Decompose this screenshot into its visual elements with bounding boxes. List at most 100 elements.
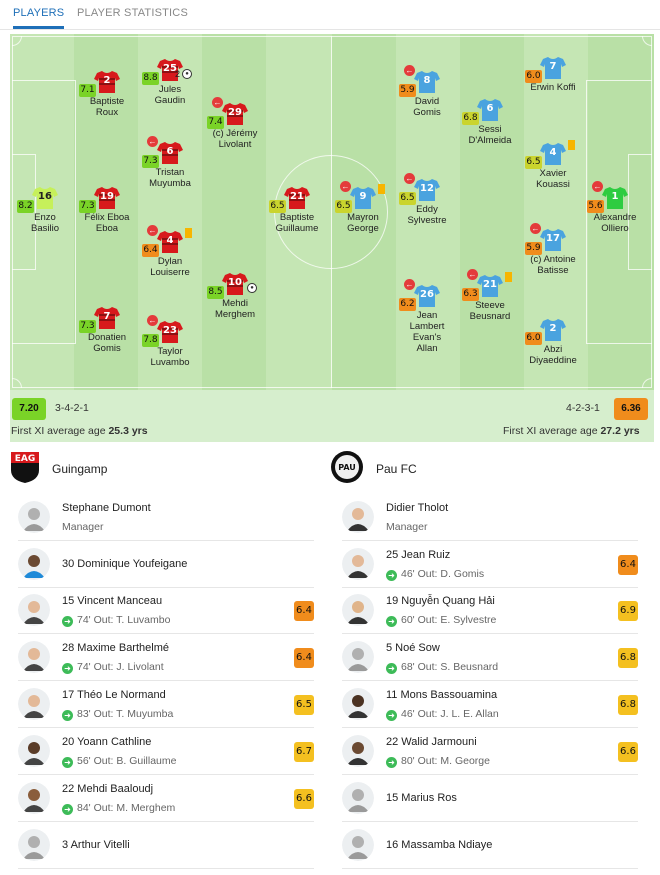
substitute-row[interactable]: 20 Yoann Cathline ➜ 56' Out: B. Guillaume 6… xyxy=(18,729,314,775)
away-team-rating: 6.36 xyxy=(614,398,648,420)
substitution-text: 56' Out: B. Guillaume xyxy=(77,755,177,767)
substitution-text: 74' Out: T. Luvambo xyxy=(77,614,171,626)
shirt-number: 8 xyxy=(423,75,431,86)
substitution-text: 46' Out: D. Gomis xyxy=(401,568,485,580)
pitch-player[interactable]: 2 7.1 Baptiste Roux xyxy=(72,70,142,118)
guingamp-logo[interactable]: EAG xyxy=(8,450,42,484)
substitute-row[interactable]: 3 Arthur Vitelli xyxy=(18,823,314,869)
pitch-player[interactable]: 6 6.8 Sessi D'Almeida xyxy=(455,98,525,146)
player-name: (c) Jérémy Livolant xyxy=(212,128,258,150)
shirt-number: 9 xyxy=(359,191,367,202)
pitch-player[interactable]: 7 6.0 Erwin Koffi xyxy=(518,56,588,93)
player-name: Eddy Sylvestre xyxy=(407,204,447,226)
substitute-row[interactable]: 5 Noé Sow ➜ 68' Out: S. Beusnard 6.8 xyxy=(342,635,638,681)
avatar xyxy=(18,501,50,533)
substitute-row[interactable]: 22 Walid Jarmouni ➜ 80' Out: M. George 6.6 xyxy=(342,729,638,775)
player-rating: 6.8 xyxy=(618,695,638,715)
substitution-text: 83' Out: T. Muyumba xyxy=(77,708,174,720)
substitute-row[interactable]: 28 Maxime Barthelmé ➜ 74' Out: J. Livolant… xyxy=(18,635,314,681)
player-name: 22 Mehdi Baaloudj xyxy=(62,783,154,795)
substitute-row[interactable]: 17 Théo Le Normand ➜ 83' Out: T. Muyumba 6.… xyxy=(18,682,314,728)
player-name: Mehdi Merghem xyxy=(214,298,256,320)
avatar xyxy=(18,829,50,861)
sub-in-arrow-icon: ➜ xyxy=(386,616,397,627)
player-name: David Gomis xyxy=(413,96,441,118)
substitute-row[interactable]: 15 Vincent Manceau ➜ 74' Out: T. Luvambo 6.… xyxy=(18,588,314,634)
sub-in-arrow-icon: ➜ xyxy=(62,710,73,721)
substitute-row[interactable]: 30 Dominique Youfeigane xyxy=(18,542,314,588)
pitch-player[interactable]: 21 6.5 Baptiste Guillaume xyxy=(262,186,332,234)
substitute-row[interactable]: 15 Marius Ros xyxy=(342,776,638,822)
player-name: 5 Noé Sow xyxy=(386,642,440,654)
pau-fc-logo[interactable]: PAU xyxy=(330,450,364,484)
substitution-icon: ← xyxy=(404,65,415,76)
pitch-player[interactable]: 2 6.0 Abzi Diyaeddine xyxy=(518,318,588,366)
substitute-row[interactable]: 11 Mons Bassouamina ➜ 46' Out: J. L. E. Al… xyxy=(342,682,638,728)
avatar xyxy=(18,594,50,626)
substitution-icon: ← xyxy=(147,225,158,236)
pitch-player[interactable]: 8 5.9 David Gomis ← xyxy=(392,65,462,118)
player-name: Didier Tholot xyxy=(386,502,449,514)
pitch-player[interactable]: 12 6.5 Eddy Sylvestre ← xyxy=(392,173,462,226)
home-team-name[interactable]: Guingamp xyxy=(52,462,107,476)
pitch-player[interactable]: 10 8.5 Mehdi Merghem ● xyxy=(200,272,270,320)
pitch-player[interactable]: 25 8.8 Jules Gaudin ● 2 xyxy=(135,58,205,106)
shirt-number: 2 xyxy=(103,75,111,86)
substitution-icon: ← xyxy=(404,279,415,290)
shirt-number: 26 xyxy=(420,289,434,300)
substitution-text: 84' Out: M. Merghem xyxy=(77,802,176,814)
shirt-number: 19 xyxy=(100,191,114,202)
substitute-row[interactable]: 16 Massamba Ndiaye xyxy=(342,823,638,869)
substitution-icon: ← xyxy=(592,181,603,192)
substitute-row[interactable]: 19 Nguyễn Quang Hải ➜ 60' Out: E. Sylvestr… xyxy=(342,588,638,634)
player-name: 15 Vincent Manceau xyxy=(62,595,163,607)
role-label: Manager xyxy=(386,521,428,533)
sub-in-arrow-icon: ➜ xyxy=(386,757,397,768)
pitch-player[interactable]: 4 6.5 Xavier Kouassi xyxy=(518,140,588,190)
pitch-player[interactable]: 4 6.4 Dylan Louiserre ← xyxy=(135,225,205,278)
pitch-player[interactable]: 26 6.2 Jean Lambert Evan's Allan ← xyxy=(392,279,462,354)
shirt-number: 21 xyxy=(290,191,304,202)
substitute-row[interactable]: 22 Mehdi Baaloudj ➜ 84' Out: M. Merghem 6.6 xyxy=(18,776,314,822)
avatar xyxy=(18,548,50,580)
tab-player-statistics[interactable]: PLAYER STATISTICS xyxy=(77,0,188,29)
pitch-player[interactable]: 16 8.2 Enzo Basilio xyxy=(10,186,80,234)
substitution-info: ➜ 74' Out: T. Luvambo xyxy=(62,614,170,627)
pitch: 16 8.2 Enzo Basilio 2 7.1 Baptiste Roux 19 7.… xyxy=(10,34,654,390)
pitch-player[interactable]: 23 7.8 Taylor Luvambo ← xyxy=(135,315,205,368)
substitution-text: 68' Out: S. Beusnard xyxy=(401,661,499,673)
substitution-icon: ← xyxy=(147,136,158,147)
tab-players[interactable]: PLAYERS xyxy=(13,0,65,29)
substitution-text: 80' Out: M. George xyxy=(401,755,490,767)
player-rating: 6.4 xyxy=(294,648,314,668)
goal-ball-icon: ● xyxy=(247,283,257,293)
pitch-player[interactable]: 9 6.5 Mayron George ← xyxy=(328,181,398,234)
away-team-name[interactable]: Pau FC xyxy=(376,462,417,476)
sub-in-arrow-icon: ➜ xyxy=(62,804,73,815)
pitch-player[interactable]: 7 7.3 Donatien Gomis xyxy=(72,306,142,354)
player-name: 20 Yoann Cathline xyxy=(62,736,152,748)
manager-row[interactable]: Didier Tholot Manager xyxy=(342,495,638,541)
home-team-rating: 7.20 xyxy=(12,398,46,420)
pitch-player[interactable]: 1 5.6 Alexandre Olliero ← xyxy=(580,181,650,234)
tab-bar: PLAYERS PLAYER STATISTICS xyxy=(0,0,660,30)
sub-in-arrow-icon: ➜ xyxy=(62,616,73,627)
substitution-icon: ← xyxy=(340,181,351,192)
avatar xyxy=(18,688,50,720)
shirt-number: 1 xyxy=(611,191,619,202)
avatar xyxy=(342,829,374,861)
substitute-row[interactable]: 25 Jean Ruiz ➜ 46' Out: D. Gomis 6.4 xyxy=(342,542,638,588)
substitution-info: ➜ 80' Out: M. George xyxy=(386,755,490,768)
player-name: Abzi Diyaeddine xyxy=(529,344,577,366)
pitch-player[interactable]: 29 7.4 (c) Jérémy Livolant ← xyxy=(200,97,270,150)
player-name: 19 Nguyễn Quang Hải xyxy=(386,595,495,607)
player-rating: 6.4 xyxy=(618,555,638,575)
shirt-number: 6 xyxy=(166,146,174,157)
substitution-text: 74' Out: J. Livolant xyxy=(77,661,164,673)
substitution-info: ➜ 56' Out: B. Guillaume xyxy=(62,755,176,768)
away-average-age: First XI average age 27.2 yrs xyxy=(503,425,640,437)
manager-row[interactable]: Stephane Dumont Manager xyxy=(18,495,314,541)
substitution-icon: ← xyxy=(404,173,415,184)
avatar xyxy=(342,735,374,767)
goals-count: 2 xyxy=(175,69,181,79)
